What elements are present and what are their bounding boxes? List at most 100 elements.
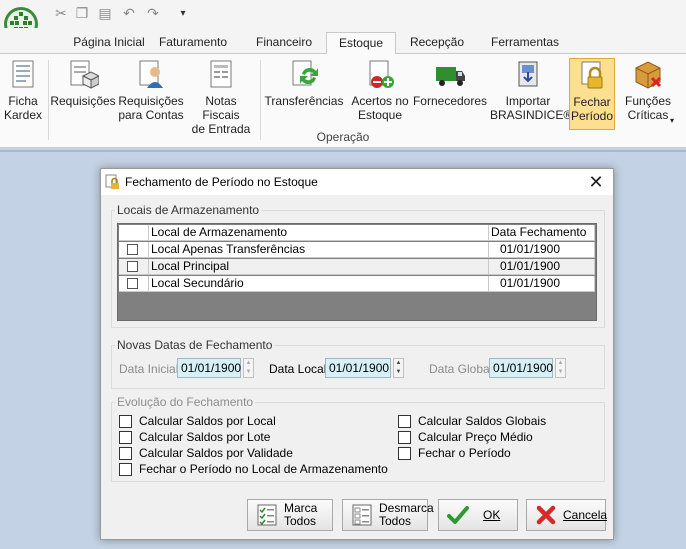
requisicoes-label: Requisições [50,94,116,108]
checkbox-box[interactable] [119,414,132,428]
checkbox-label: Fechar o Período [418,446,511,460]
calc-saldos-local-checkbox[interactable]: Calcular Saldos por Local [119,414,276,428]
cancela-label: Cancela [563,507,608,522]
checkbox-label: Calcular Saldos Globais [418,414,547,428]
fechar-periodo-local-checkbox[interactable]: Fechar o Período no Local de Armazenamen… [119,462,388,476]
ribbon-separator [260,60,261,140]
checkbox-box[interactable] [398,414,411,428]
tab-estoque[interactable]: Estoque [326,32,396,55]
data-inicial-input[interactable]: 01/01/1900 [177,358,241,378]
funcoes-criticas-button[interactable]: Funções Críticas ▾ [620,58,676,130]
redo-icon[interactable]: ↷ [144,5,162,21]
row-checkbox[interactable] [127,261,138,272]
data-local-label: Data Local [269,362,327,376]
row-date: 01/01/1900 [489,242,595,258]
requisicoes-icon [70,60,99,89]
fechar-periodo-label: Fechar Período [570,95,614,123]
acertos-estoque-button[interactable]: Acertos no Estoque [348,58,412,130]
marca-todos-label: Marca Todos [284,501,318,528]
data-local-input[interactable]: 01/01/1900 [325,358,391,378]
importar-brasindice-button[interactable]: Importar BRASINDICE® [490,58,573,130]
data-global-spinner[interactable]: ▲ ▼ [555,358,566,378]
ficha-kardex-button[interactable]: Ficha Kardex [2,58,44,130]
table-row[interactable]: Local Principal 01/01/1900 [119,259,595,275]
row-date: 01/01/1900 [489,276,595,292]
fechar-periodo-checkbox[interactable]: Fechar o Período [398,446,511,460]
row-checkbox[interactable] [127,244,138,255]
importar-brasindice-label: Importar BRASINDICE® [490,94,573,122]
ribbon-separator [48,60,49,140]
fornecedores-button[interactable]: Fornecedores [412,58,488,130]
desmarca-todos-label: Desmarca Todos [379,501,434,528]
checkbox-box[interactable] [398,430,411,444]
row-local: Local Principal [149,259,489,275]
tab-financeiro[interactable]: Financeiro [248,32,320,54]
copy-icon[interactable]: ❐ [73,5,91,21]
tab-faturamento[interactable]: Faturamento [150,32,236,54]
evolucao-caption: Evolução do Fechamento [115,395,256,409]
truck-icon [436,67,465,86]
import-icon [518,61,538,87]
checkbox-label: Calcular Saldos por Local [139,414,276,428]
calc-saldos-lote-checkbox[interactable]: Calcular Saldos por Lote [119,430,270,444]
checkbox-label: Calcular Saldos por Lote [139,430,271,444]
table-row[interactable]: Local Secundário 01/01/1900 [119,276,595,292]
data-inicial-spinner[interactable]: ▲ ▼ [243,358,254,378]
close-icon[interactable]: ✕ [585,171,607,193]
group-operacao-label: Operação [316,130,370,144]
notas-fiscais-button[interactable]: Notas Fiscais de Entrada [186,58,256,136]
uncheck-list-icon [352,504,372,526]
fechar-periodo-button[interactable]: Fechar Período [569,58,615,130]
checkbox-box[interactable] [119,446,132,460]
data-local-spinner[interactable]: ▲ ▼ [393,358,404,378]
calc-preco-medio-checkbox[interactable]: Calcular Preço Médio [398,430,533,444]
ribbon-bottom-border [0,150,686,152]
marca-todos-button[interactable]: Marca Todos [247,499,333,531]
dropdown-arrow-icon: ▾ [669,116,674,125]
requisicoes-contas-label: Requisições para Contas [118,94,184,122]
checkbox-box[interactable] [398,446,411,460]
checkmark-icon [447,506,469,524]
undo-icon[interactable]: ↶ [120,5,138,21]
checkbox-label: Fechar o Período no Local de Armazenamen… [139,462,388,476]
locais-group-caption: Locais de Armazenamento [115,203,262,217]
grid-header-data[interactable]: Data Fechamento [489,225,595,241]
row-local: Local Apenas Transferências [149,242,489,258]
row-checkbox[interactable] [127,278,138,289]
ok-button[interactable]: OK [438,499,518,531]
calc-saldos-validade-checkbox[interactable]: Calcular Saldos por Validade [119,446,293,460]
acertos-estoque-icon [369,60,394,88]
transferencias-button[interactable]: Transferências [264,58,344,130]
customize-dropdown-icon[interactable]: ▾ [174,5,192,21]
tab-ferramentas[interactable]: Ferramentas [484,32,566,54]
requisicoes-para-contas-button[interactable]: Requisições para Contas [118,58,184,130]
desmarca-todos-button[interactable]: Desmarca Todos [342,499,434,531]
ok-label: OK [483,507,501,522]
tab-recepcao[interactable]: Recepção [402,32,472,54]
table-row[interactable]: Local Apenas Transferências 01/01/1900 [119,242,595,258]
requisicoes-button[interactable]: Requisições [50,58,116,130]
ribbon-panel: Ficha Kardex Requisições Requisições par… [0,54,686,148]
quick-access-toolbar: ✂ ❐ ▤ ↶ ↷ ▾ [0,0,686,41]
cancel-x-icon [536,505,556,525]
requisicoes-contas-icon [139,60,163,88]
data-global-input[interactable]: 01/01/1900 [489,358,553,378]
data-inicial-label: Data Inicial [119,362,179,376]
transferencias-icon [292,60,318,86]
dialog-titlebar[interactable]: Fechamento de Período no Estoque ✕ [101,169,613,195]
checkbox-box[interactable] [119,462,132,476]
paste-icon[interactable]: ▤ [96,5,114,21]
calc-saldos-globais-checkbox[interactable]: Calcular Saldos Globais [398,414,546,428]
kardex-icon [12,60,34,88]
grid-header-local[interactable]: Local de Armazenamento [149,225,489,241]
row-local: Local Secundário [149,276,489,292]
checkbox-box[interactable] [119,430,132,444]
novas-datas-caption: Novas Datas de Fechamento [115,338,275,352]
checkbox-label: Calcular Preço Médio [418,430,533,444]
cancela-button[interactable]: Cancela [526,499,608,531]
check-list-icon [257,504,277,526]
grid-header: Local de Armazenamento Data Fechamento [119,225,595,241]
locais-grid: Local de Armazenamento Data Fechamento L… [117,223,597,321]
ribbon-tabs: Página Inicial Faturamento Financeiro Es… [0,28,686,55]
cut-icon[interactable]: ✂ [52,5,70,21]
